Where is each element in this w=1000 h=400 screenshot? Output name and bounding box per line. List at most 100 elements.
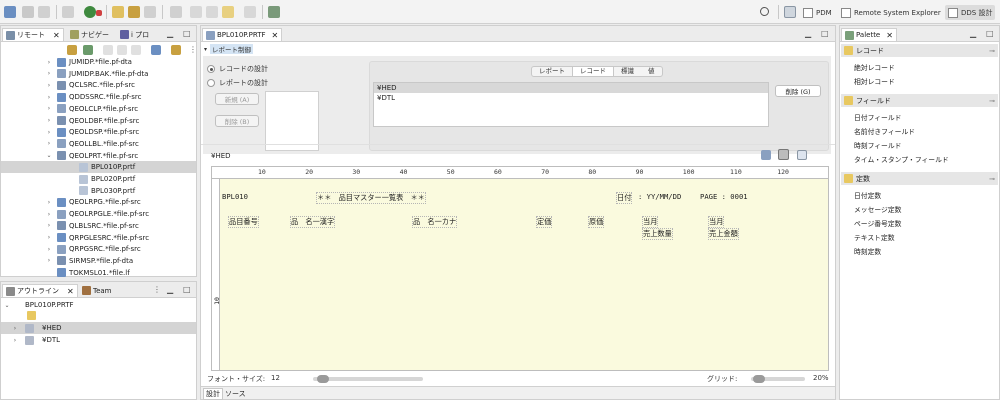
tree-file[interactable]: › QEOLDBF.*file.pf-src (1, 115, 196, 127)
palette-item[interactable]: 時刻定数 (854, 246, 881, 256)
header-item-no[interactable]: 品目番号 (228, 216, 259, 228)
palette-item[interactable]: 名前付きフィールド (854, 126, 915, 136)
link-icon[interactable] (62, 6, 74, 18)
prefix-constant[interactable]: BPL010 (222, 192, 248, 201)
header-sales-amount[interactable]: 売上金額 (708, 228, 739, 240)
chevron-down-icon[interactable]: ⌄ (45, 152, 53, 159)
pin-icon[interactable] (128, 6, 140, 18)
close-icon[interactable]: ✕ (886, 31, 893, 40)
chevron-right-icon[interactable]: › (45, 94, 53, 101)
tree-member[interactable]: BPL020P.prtf (1, 173, 196, 185)
new-button[interactable]: 新規 (A) (215, 93, 259, 105)
header-name-kana[interactable]: 品 名一カナ (412, 216, 458, 228)
page-number-field[interactable]: PAGE : 0001 (700, 192, 748, 201)
chevron-right-icon[interactable]: › (45, 246, 53, 253)
tab-navigator[interactable]: ナビゲー (67, 28, 112, 41)
maximize-icon[interactable]: □ (183, 285, 191, 294)
palette-item[interactable]: 絶対レコード (854, 62, 895, 72)
list-item[interactable]: ¥HED (374, 83, 768, 93)
header-month-1[interactable]: 当月 (642, 216, 659, 228)
palette-item[interactable]: メッセージ定数 (854, 204, 901, 214)
open-perspective-button-icon[interactable] (784, 6, 796, 18)
new-connection-icon[interactable] (83, 45, 93, 55)
view-menu-icon[interactable]: ⋮ (189, 45, 197, 54)
tree-file[interactable]: › QDDSSRC.*file.pf-src (1, 91, 196, 103)
date-field[interactable]: : YY/MM/DD (638, 192, 681, 201)
tree-file[interactable]: › QEOLRPG.*file.pf-src (1, 196, 196, 208)
header-name-kanji[interactable]: 品 名一漢字 (290, 216, 336, 228)
chevron-right-icon[interactable]: › (45, 82, 53, 89)
save-all-icon[interactable] (38, 6, 50, 18)
header-month-2[interactable]: 当月 (708, 216, 725, 228)
tree-file[interactable]: › JUMIDP.BAK.*file.pf-dta (1, 68, 196, 80)
palette-item[interactable]: 日付定数 (854, 190, 881, 200)
tree-file[interactable]: › QRPGLESRC.*file.pf-src (1, 232, 196, 244)
forward-icon[interactable] (244, 6, 256, 18)
collapse-all-icon[interactable] (151, 45, 161, 55)
seg-tab-value[interactable]: 値 (641, 67, 662, 76)
palette-item[interactable]: 日付フィールド (854, 112, 901, 122)
brush-icon[interactable] (112, 6, 124, 18)
chevron-right-icon[interactable]: › (45, 117, 53, 124)
chevron-right-icon[interactable]: › (45, 199, 53, 206)
report-design-canvas[interactable]: 10 20 30 40 50 60 70 80 90 100 110 120 10 BPL010 ＊＊… (211, 166, 829, 371)
undo-icon[interactable] (190, 6, 202, 18)
chevron-right-icon[interactable]: › (45, 59, 53, 66)
tab-design[interactable]: 設計 (203, 388, 223, 400)
chevron-right-icon[interactable]: › (45, 222, 53, 229)
tree-file[interactable]: ⌄ QEOLPRT.*file.pf-src (1, 150, 196, 162)
slider-knob[interactable] (317, 375, 329, 383)
palette-item[interactable]: テキスト定数 (854, 232, 895, 242)
view-menu-icon[interactable]: ⋮ (153, 285, 161, 294)
perspective-rse[interactable]: Remote System Explorer (838, 5, 944, 20)
forward-nav-icon[interactable] (117, 45, 127, 55)
redo-icon[interactable] (206, 6, 218, 18)
palette-category[interactable]: フィールド ⊸ (841, 94, 998, 107)
maximize-icon[interactable]: □ (183, 29, 191, 38)
back-nav-icon[interactable] (103, 45, 113, 55)
pin-icon[interactable]: ⊸ (989, 175, 995, 183)
tab-source[interactable]: ソース (223, 389, 248, 399)
font-size-slider[interactable] (313, 375, 423, 383)
minimize-icon[interactable]: ▁ (805, 29, 811, 38)
filter-icon[interactable] (67, 45, 77, 55)
maximize-icon[interactable]: □ (986, 29, 994, 38)
new-icon[interactable] (4, 6, 16, 18)
minimize-icon[interactable]: ▁ (970, 29, 976, 38)
properties-icon[interactable] (797, 150, 807, 160)
tree-file[interactable]: › QEOLDSP.*file.pf-src (1, 126, 196, 138)
close-icon[interactable]: ✕ (272, 31, 279, 40)
pin-icon[interactable]: ⊸ (989, 47, 995, 55)
tab-remote[interactable]: リモート ✕ (2, 28, 64, 41)
minimize-icon[interactable]: ▁ (167, 285, 173, 294)
date-label-constant[interactable]: 日付 (616, 192, 633, 204)
radio-button[interactable] (207, 79, 215, 87)
chevron-down-icon[interactable]: ⌄ (3, 302, 11, 309)
tree-file[interactable]: › JUMIDP.*file.pf-dta (1, 56, 196, 68)
grid-slider[interactable] (751, 375, 805, 383)
seg-tab-report[interactable]: レポート (532, 67, 572, 76)
tree-file[interactable]: › QEOLRPGLE.*file.pf-src (1, 208, 196, 220)
tab-i-project[interactable]: i プロ (117, 28, 152, 41)
header-sales-qty[interactable]: 売上数量 (642, 228, 673, 240)
close-icon[interactable]: ✕ (53, 31, 60, 40)
perspective-dds[interactable]: DDS 設計 (945, 5, 996, 20)
tree-member[interactable]: BPL010P.prtf (1, 161, 196, 174)
save-icon[interactable] (22, 6, 34, 18)
grid-icon[interactable] (778, 149, 789, 160)
tab-outline[interactable]: アウトライン ✕ (2, 284, 78, 297)
chevron-right-icon[interactable]: › (45, 211, 53, 218)
perspective-pdm[interactable]: PDM (800, 5, 835, 20)
palette-category[interactable]: 定数 ⊸ (841, 172, 998, 185)
delete-button-right[interactable]: 削除 (G) (775, 85, 821, 97)
tree-file[interactable]: › QCLSRC.*file.pf-src (1, 79, 196, 91)
tree-file[interactable]: › QLBLSRC.*file.pf-src (1, 220, 196, 232)
tab-team[interactable]: Team (79, 284, 115, 297)
radio-record-design[interactable]: レコードの設計 (207, 64, 268, 74)
list-item[interactable]: ¥DTL (374, 93, 768, 103)
palette-item[interactable]: 時刻フィールド (854, 140, 901, 150)
seg-tab-indicator[interactable]: 標識 (614, 67, 641, 76)
header-cost[interactable]: 原価 (588, 216, 605, 228)
font-size-value[interactable]: 12 (271, 374, 280, 382)
slider-knob[interactable] (753, 375, 765, 383)
